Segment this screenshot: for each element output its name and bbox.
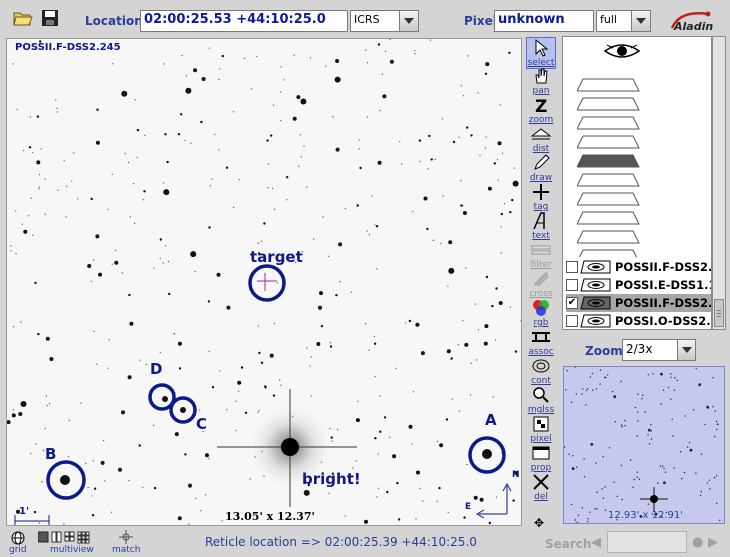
plane-row[interactable]: POSSII.F-DSS2.2 [566, 258, 711, 276]
scale-label: 1' [19, 506, 30, 517]
chevron-down-icon [404, 18, 414, 24]
search-label: Search [545, 537, 592, 551]
annotation-a: A [485, 411, 497, 429]
plane-row-selected[interactable]: ✔ POSSII.F-DSS2.2 [566, 294, 711, 312]
floppy-save-icon[interactable] [40, 8, 62, 28]
plane-checkbox[interactable] [566, 315, 578, 327]
tool-pixel[interactable]: pixel [526, 414, 556, 446]
pixel-label: Pixel [464, 14, 497, 28]
match-icon[interactable] [119, 530, 133, 544]
tool-assoc[interactable]: assoc [526, 327, 556, 359]
tool-zoom[interactable]: Z zoom [526, 95, 556, 127]
tool-select[interactable]: select [526, 37, 556, 69]
tool-cont[interactable]: cont [526, 356, 556, 388]
pixel-value-field[interactable]: unknown [494, 10, 594, 32]
cross-match-icon [526, 269, 556, 289]
galaxy-plane-icon [580, 314, 611, 328]
annotation-d: D [150, 360, 163, 378]
pixel-mode-dropdown-button[interactable] [631, 10, 651, 32]
chevron-down-icon [681, 347, 692, 353]
sky-image-view[interactable]: POSSII.F-DSS2.245 target bright! A B C D… [6, 38, 522, 526]
frame-dropdown-button[interactable] [399, 10, 419, 32]
pixel-mode-select[interactable]: full [596, 10, 632, 32]
tool-rgb[interactable]: rgb [526, 298, 556, 330]
globe-grid-icon[interactable] [11, 531, 25, 545]
properties-icon [526, 443, 556, 463]
empty-planes [577, 78, 640, 257]
search-next-icon[interactable]: ▶ [708, 535, 718, 550]
grid-label: grid [9, 545, 27, 555]
plane-checkbox[interactable] [566, 261, 578, 273]
overview-image [564, 367, 721, 523]
tool-cross[interactable]: cross [526, 269, 556, 301]
crosshair-tag-icon [526, 182, 556, 202]
galaxy-plane-icon [580, 260, 611, 274]
plane-stack-panel[interactable]: POSSII.F-DSS2.2 POSSI.E-DSS1.1 ✔ POSSII.… [562, 36, 712, 330]
annotation-b: B [45, 445, 57, 463]
search-input[interactable] [607, 531, 687, 553]
zoom-select[interactable]: 2/3x [622, 339, 678, 361]
survey-label: POSSII.F-DSS2.245 [15, 42, 121, 53]
pixel-icon [526, 414, 556, 434]
search-clear-icon[interactable]: ● [692, 535, 703, 550]
scrollbar-thumb[interactable] [714, 299, 724, 327]
magnifier-icon [526, 385, 556, 405]
distance-icon [526, 124, 556, 144]
tool-filter[interactable]: filter [526, 240, 556, 272]
tool-tag[interactable]: tag [526, 182, 556, 214]
pencil-icon [526, 153, 556, 173]
location-label: Location [85, 14, 143, 28]
fov-label: 13.05' x 12.37' [225, 510, 315, 523]
tool-prop[interactable]: prop [526, 443, 556, 475]
location-input[interactable]: 02:00:25.53 +44:10:25.0 [140, 10, 348, 32]
sky-image [7, 39, 521, 525]
multiview-icon[interactable] [37, 531, 96, 545]
aladin-logo: Aladin [668, 8, 716, 34]
zoom-z-icon: Z [526, 95, 556, 115]
annotation-c: C [196, 415, 208, 433]
logo-text: Aladin [673, 20, 713, 33]
assoc-icon [526, 327, 556, 347]
delete-x-icon [526, 472, 556, 492]
plane-row[interactable]: POSSI.O-DSS2.1 [566, 312, 711, 330]
tool-dist[interactable]: dist [526, 124, 556, 156]
chevron-down-icon [636, 18, 646, 24]
overview-fov-label: 12.93' x 12.91' [608, 510, 684, 521]
arrow-cursor-icon [527, 38, 555, 58]
hand-icon [526, 66, 556, 86]
annotation-target: target [250, 248, 303, 266]
frame-select[interactable]: ICRS [350, 10, 400, 32]
tool-text[interactable]: text [526, 211, 556, 243]
tool-draw[interactable]: draw [526, 153, 556, 185]
annotation-bright: bright! [302, 470, 361, 488]
galaxy-plane-icon [580, 296, 611, 310]
tool-mglss[interactable]: mglss [526, 385, 556, 417]
match-label: match [112, 545, 141, 555]
contour-icon [526, 356, 556, 376]
multiview-label: multiview [50, 545, 94, 555]
tool-pan[interactable]: pan [526, 66, 556, 98]
overview-panel[interactable]: 12.93' x 12.91' [563, 366, 725, 524]
folder-open-icon[interactable] [12, 8, 34, 28]
stack-scrollbar[interactable] [712, 36, 726, 330]
plane-row[interactable]: POSSI.E-DSS1.1 [566, 276, 711, 294]
galaxy-plane-icon [580, 278, 611, 292]
compass-north: N [512, 470, 520, 480]
eye-icon[interactable] [603, 41, 641, 61]
plane-checkbox-checked[interactable]: ✔ [566, 297, 578, 309]
search-prev-icon[interactable]: ◀ [591, 535, 601, 550]
reticle-location-status: Reticle location => 02:00:25.39 +44:10:2… [205, 535, 477, 549]
move-arrows-icon[interactable]: ✥ [534, 516, 544, 530]
zoom-dropdown-button[interactable] [677, 339, 696, 361]
zoom-label: Zoom [585, 344, 623, 358]
svg-text:Z: Z [535, 97, 547, 114]
compass-east: E [465, 502, 472, 512]
plane-checkbox[interactable] [566, 279, 578, 291]
text-icon [526, 211, 556, 231]
filter-icon [526, 240, 556, 260]
rgb-circles-icon [526, 298, 556, 318]
tool-del[interactable]: del [526, 472, 556, 504]
